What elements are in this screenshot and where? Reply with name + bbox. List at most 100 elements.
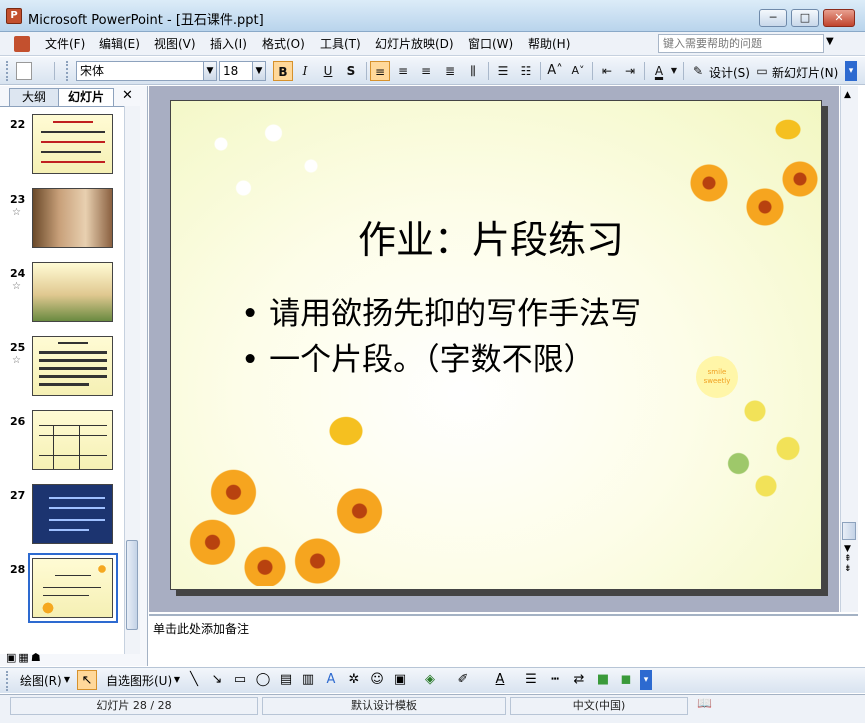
shadow-button[interactable]: S: [341, 61, 361, 81]
normal-view-icon[interactable]: ▣: [6, 651, 18, 664]
slide-thumbnail-22[interactable]: [32, 114, 113, 174]
menu-tools[interactable]: 工具(T): [320, 36, 361, 52]
chevron-down-icon[interactable]: ▼: [252, 61, 266, 81]
slide-bullets[interactable]: 请用欲扬先抑的写作手法写 一个片段。（字数不限）: [241, 291, 761, 383]
align-left-icon[interactable]: ≡: [370, 61, 390, 81]
arrow-style-icon[interactable]: ⇄: [569, 670, 589, 690]
italic-button[interactable]: I: [295, 61, 315, 81]
font-name-combo[interactable]: 宋体: [76, 61, 204, 81]
sparkle-decoration: [191, 111, 341, 221]
increase-indent-icon[interactable]: ⇥: [620, 61, 640, 81]
menu-help[interactable]: 帮助(H): [528, 36, 570, 52]
slide-thumbnail-24[interactable]: [32, 262, 113, 322]
align-center-icon[interactable]: ≡: [393, 61, 413, 81]
line-tool-icon[interactable]: ╲: [184, 670, 204, 690]
diagram-icon[interactable]: ✲: [344, 670, 364, 690]
notes-pane[interactable]: 单击此处添加备注: [149, 614, 858, 666]
powerpoint-app-icon[interactable]: P: [6, 8, 22, 24]
slideshow-view-icon[interactable]: ☗: [31, 651, 43, 664]
menu-format[interactable]: 格式(O): [262, 36, 305, 52]
document-icon[interactable]: [14, 36, 30, 52]
fill-color-icon[interactable]: ◈: [420, 670, 440, 690]
scroll-up-icon[interactable]: ▲: [844, 90, 851, 100]
new-slide-icon[interactable]: ▭: [754, 61, 770, 81]
minimize-button[interactable]: ─: [759, 9, 787, 27]
close-icon[interactable]: ✕: [122, 88, 133, 103]
clipart-icon[interactable]: ☺: [367, 670, 387, 690]
menu-window[interactable]: 窗口(W): [468, 36, 513, 52]
font-color-icon[interactable]: A: [649, 61, 669, 81]
scroll-down-icon[interactable]: ▼ ⇞ ⇟: [844, 544, 852, 574]
slide-thumbnail-25[interactable]: [32, 336, 113, 396]
decrease-indent-icon[interactable]: ⇤: [597, 61, 617, 81]
tab-outline[interactable]: 大纲: [9, 88, 59, 106]
new-document-icon[interactable]: [16, 62, 32, 80]
dash-style-icon[interactable]: ┅: [545, 670, 565, 690]
bullets-icon[interactable]: ☷: [516, 61, 536, 81]
menu-view[interactable]: 视图(V): [154, 36, 196, 52]
scrollbar-thumb[interactable]: [842, 522, 856, 540]
design-icon[interactable]: ✎: [690, 61, 706, 81]
autoshape-menu-button[interactable]: 自选图形(U): [106, 672, 172, 689]
select-pointer-icon[interactable]: ↖: [77, 670, 97, 690]
picture-icon[interactable]: ▣: [390, 670, 410, 690]
chevron-down-icon[interactable]: ▼: [669, 61, 679, 81]
new-slide-button[interactable]: 新幻灯片(N): [772, 64, 838, 81]
menu-file[interactable]: 文件(F): [45, 36, 85, 52]
slide-thumbnail-28[interactable]: [32, 558, 113, 618]
line-style-icon[interactable]: ☰: [521, 670, 541, 690]
menu-insert[interactable]: 插入(I): [210, 36, 247, 52]
scrollbar-thumb[interactable]: [126, 540, 138, 630]
help-search-input[interactable]: 键入需要帮助的问题: [658, 34, 824, 53]
maximize-button[interactable]: □: [791, 9, 819, 27]
toolbar-grip[interactable]: [66, 61, 69, 81]
textbox-tool-icon[interactable]: ▤: [276, 670, 296, 690]
distribute-icon[interactable]: ≣: [440, 61, 460, 81]
toolbar-grip[interactable]: [6, 671, 9, 691]
menu-slideshow[interactable]: 幻灯片放映(D): [375, 36, 454, 52]
chevron-down-icon[interactable]: ▼: [172, 670, 182, 690]
toolbar-grip[interactable]: [6, 61, 9, 81]
draw-menu-button[interactable]: 绘图(R): [20, 672, 62, 689]
tab-slides[interactable]: 幻灯片: [58, 88, 114, 106]
wordart-icon[interactable]: A: [321, 670, 341, 690]
slide-thumbnail-27[interactable]: [32, 484, 113, 544]
thumbnail-number: 26: [10, 415, 26, 428]
arrow-tool-icon[interactable]: ↘: [207, 670, 227, 690]
3d-style-icon[interactable]: ◼: [616, 670, 636, 690]
design-template: 默认设计模板: [262, 697, 506, 715]
rectangle-tool-icon[interactable]: ▭: [230, 670, 250, 690]
slide-thumbnail-26[interactable]: [32, 410, 113, 470]
align-right-icon[interactable]: ≡: [416, 61, 436, 81]
slide-canvas[interactable]: smile sweetly 作业：片段练习 请用欲扬先抑的写作手法写 一个片段。…: [170, 100, 822, 590]
font-size-combo[interactable]: 18: [219, 61, 253, 81]
decrease-font-icon[interactable]: A˅: [568, 61, 588, 81]
oval-tool-icon[interactable]: ◯: [253, 670, 273, 690]
menu-edit[interactable]: 编辑(E): [99, 36, 140, 52]
vertical-textbox-icon[interactable]: ▥: [298, 670, 318, 690]
spelling-icon[interactable]: 📖: [697, 696, 712, 710]
chevron-down-icon[interactable]: ▼: [826, 36, 834, 47]
font-color-icon[interactable]: A: [490, 670, 510, 690]
close-button[interactable]: ✕: [823, 9, 855, 27]
chevron-down-icon[interactable]: ▼: [203, 61, 217, 81]
sorter-view-icon[interactable]: ▦: [18, 651, 30, 664]
thumbnail-number: 28: [10, 563, 26, 576]
toolbar-separator: [644, 62, 645, 80]
toolbar-options-icon[interactable]: ▾: [640, 670, 652, 690]
view-buttons[interactable]: ▣▦☗: [6, 651, 43, 664]
increase-font-icon[interactable]: A˄: [545, 61, 565, 81]
thumbnail-number: 24: [10, 267, 26, 280]
bold-button[interactable]: B: [273, 61, 293, 81]
toolbar-options-icon[interactable]: ▾: [845, 61, 857, 81]
numbering-icon[interactable]: ☰: [493, 61, 513, 81]
chevron-down-icon[interactable]: ▼: [62, 670, 72, 690]
text-direction-icon[interactable]: ⫼: [463, 61, 483, 81]
slide-thumbnail-23[interactable]: [32, 188, 113, 248]
underline-button[interactable]: U: [318, 61, 338, 81]
line-color-icon[interactable]: ✐: [453, 670, 473, 690]
shadow-style-icon[interactable]: ■: [593, 670, 613, 690]
design-button[interactable]: 设计(S): [709, 64, 750, 81]
slide-title[interactable]: 作业：片段练习: [321, 209, 661, 264]
thumbnail-number: 25: [10, 341, 26, 354]
